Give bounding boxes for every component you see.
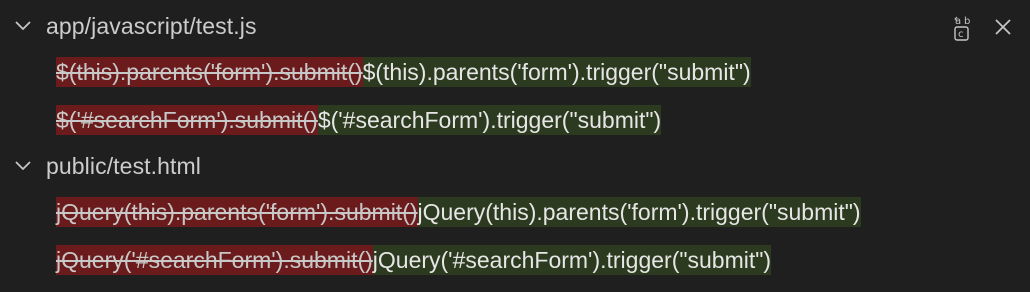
match-line: $('#searchForm').submit() $('#searchForm'…	[56, 105, 662, 135]
match-row[interactable]: jQuery(this).parents('form').submit() jQu…	[56, 190, 861, 234]
inserted-text: $('#searchForm').trigger("submit")	[317, 105, 662, 135]
inserted-text: jQuery('#searchForm').trigger("submit")	[372, 245, 772, 275]
file-row[interactable]: public/test.html	[12, 144, 201, 188]
svg-text:c: c	[958, 29, 964, 40]
file-name: public/test.html	[46, 152, 201, 179]
removed-text: jQuery('#searchForm').submit()	[56, 245, 373, 275]
file-actions: a b c	[950, 12, 1016, 42]
match-row[interactable]: $('#searchForm').submit() $('#searchForm'…	[56, 98, 662, 142]
inserted-text: jQuery(this).parents('form').trigger("su…	[417, 197, 861, 227]
match-row[interactable]: $(this).parents('form').submit() $(this).…	[56, 50, 751, 94]
search-results-panel: a b c app/javascript/test.js $(this).par…	[0, 0, 1030, 292]
file-row[interactable]: app/javascript/test.js	[12, 4, 257, 48]
removed-text: $('#searchForm').submit()	[56, 105, 318, 135]
match-line: jQuery('#searchForm').submit() jQuery('#s…	[56, 245, 772, 275]
replace-all-icon[interactable]: a b c	[950, 12, 976, 42]
match-line: $(this).parents('form').submit() $(this).…	[56, 57, 751, 87]
close-icon[interactable]	[990, 12, 1016, 42]
svg-text:b: b	[964, 16, 970, 27]
removed-text: jQuery(this).parents('form').submit()	[56, 197, 418, 227]
match-line: jQuery(this).parents('form').submit() jQu…	[56, 197, 861, 227]
removed-text: $(this).parents('form').submit()	[56, 57, 363, 87]
chevron-down-icon[interactable]	[12, 15, 34, 37]
chevron-down-icon[interactable]	[12, 155, 34, 177]
file-name: app/javascript/test.js	[46, 12, 257, 39]
match-row[interactable]: jQuery('#searchForm').submit() jQuery('#s…	[56, 238, 772, 282]
inserted-text: $(this).parents('form').trigger("submit"…	[362, 57, 751, 87]
